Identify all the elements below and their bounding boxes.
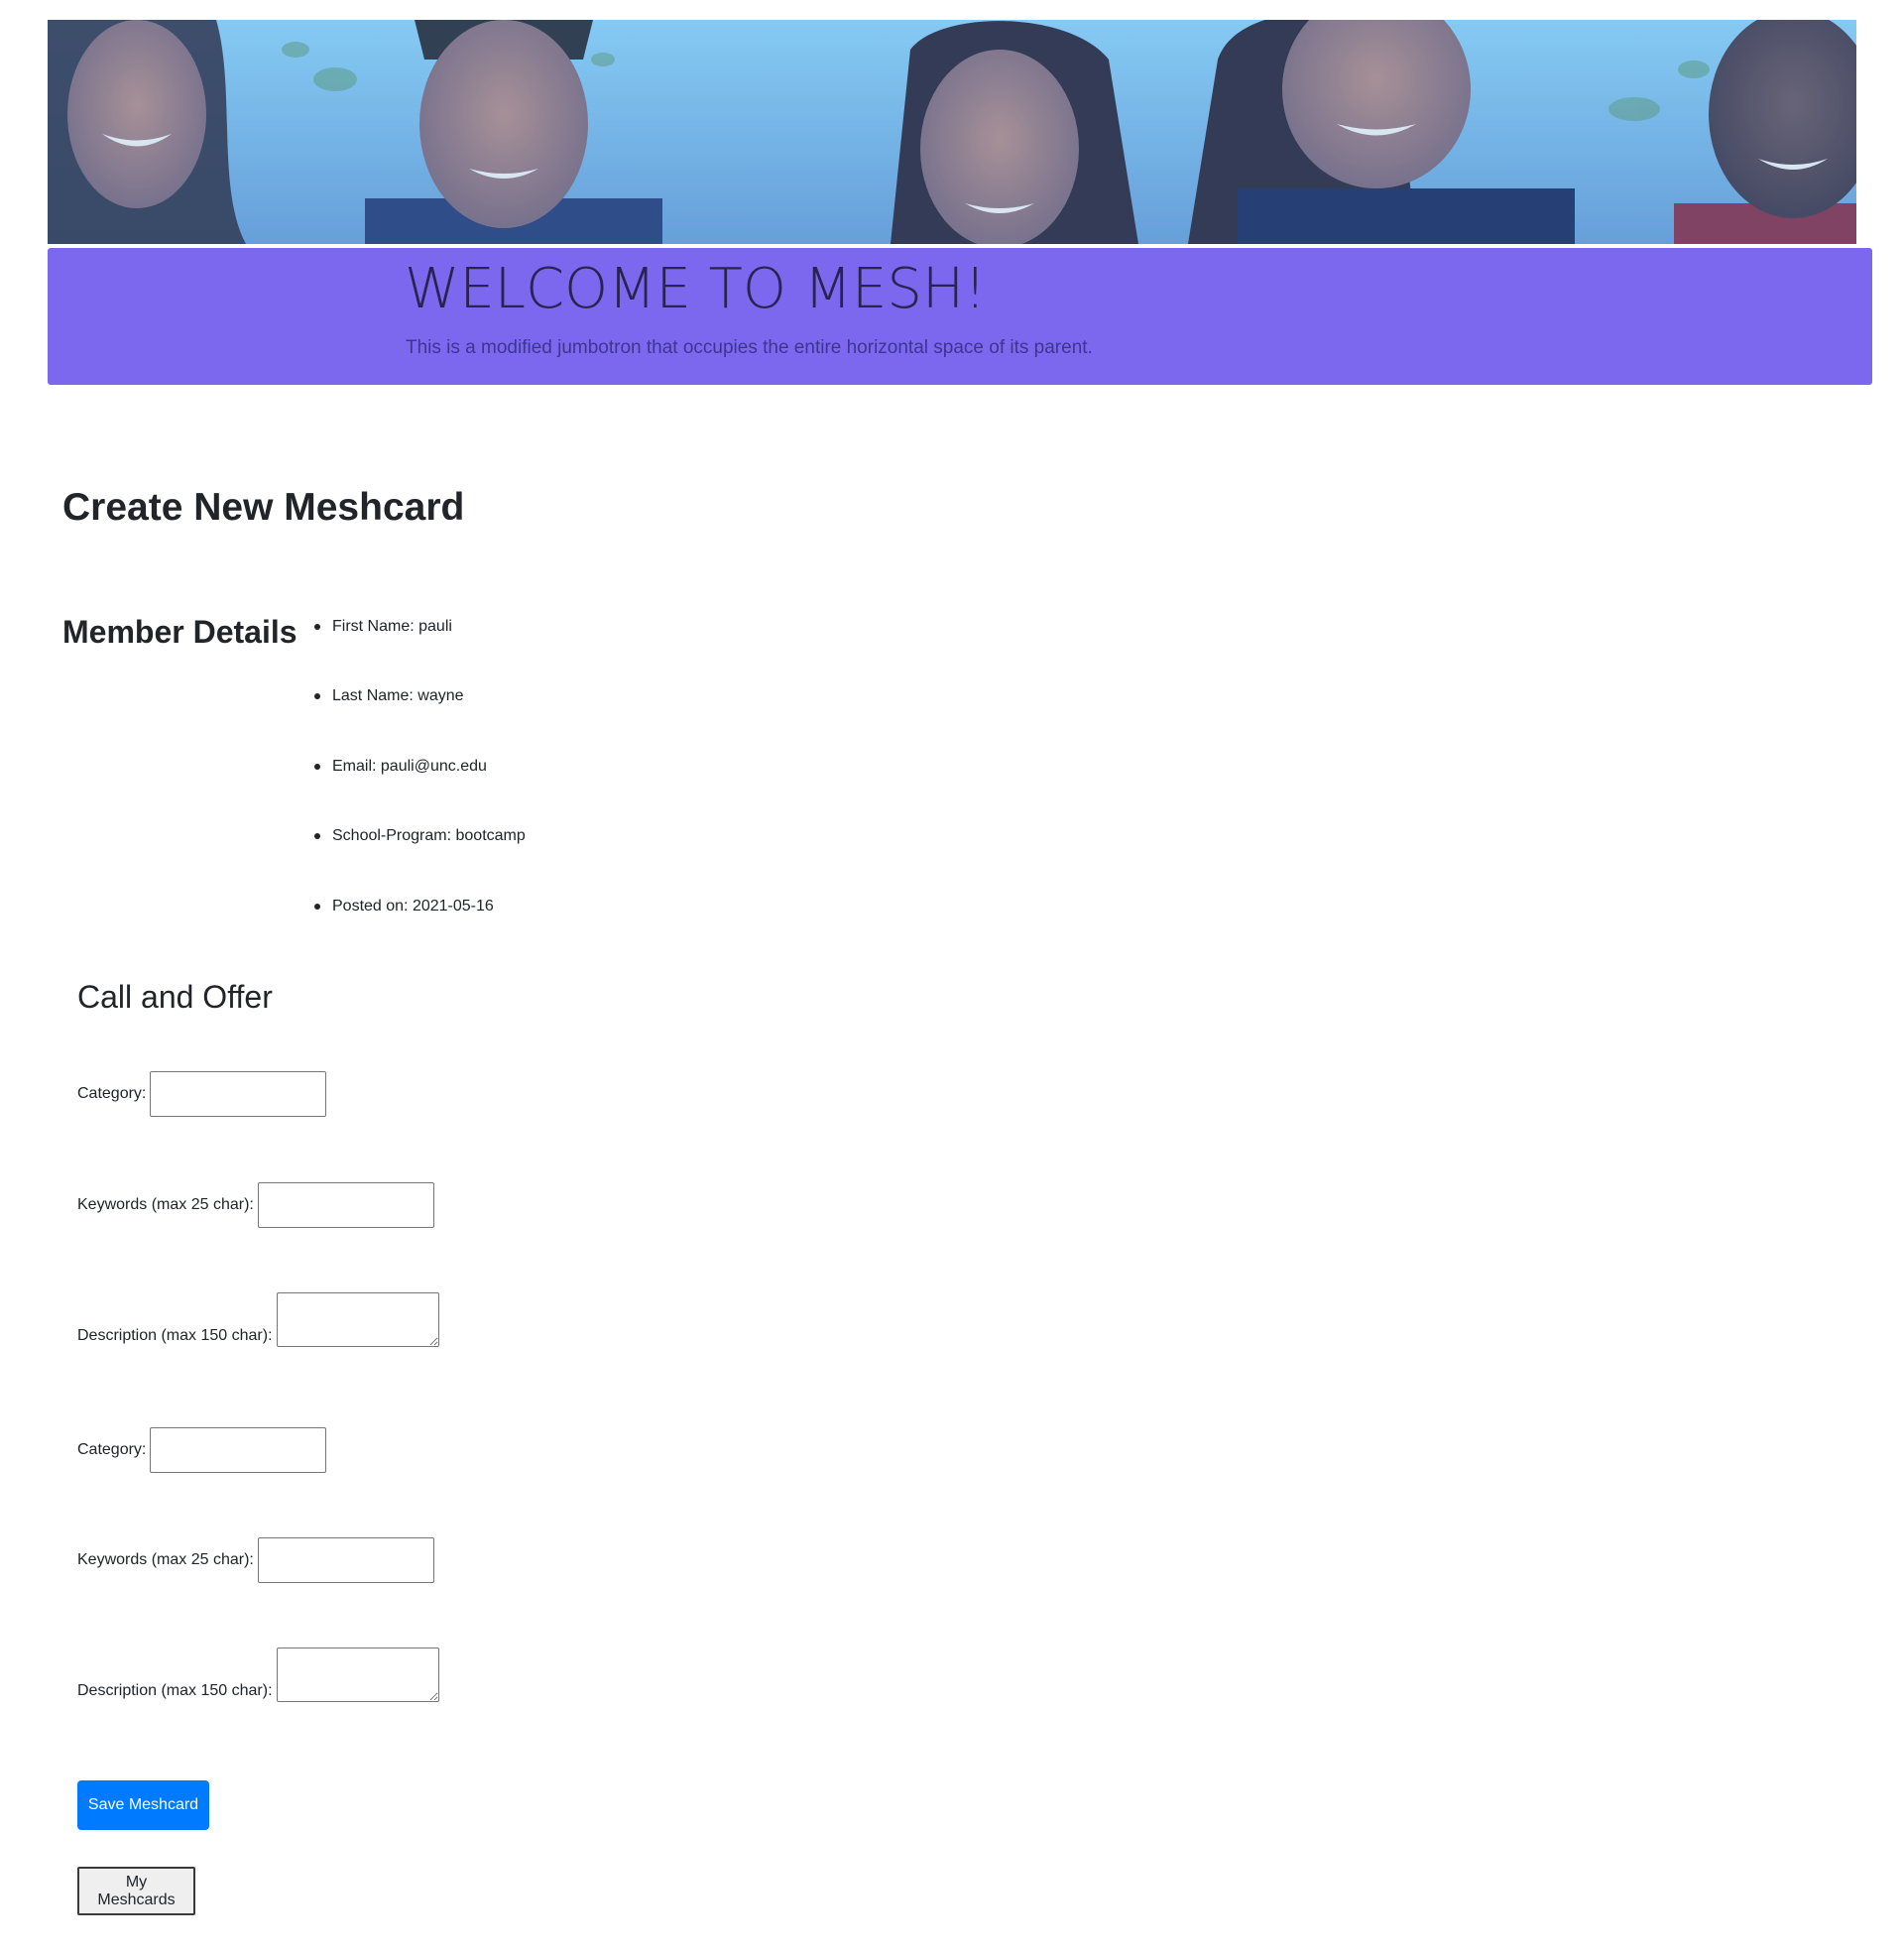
offer-description-label: Description (max 150 char): [77, 1682, 273, 1699]
offer-category-label: Category: [77, 1441, 147, 1458]
call-description-row: Description (max 150 char): [77, 1292, 439, 1347]
offer-category-input[interactable] [150, 1427, 327, 1473]
call-category-row: Category: [77, 1071, 327, 1117]
offer-description-textarea[interactable] [276, 1648, 439, 1702]
offer-keywords-label: Keywords (max 25 char): [77, 1551, 254, 1568]
call-keywords-row: Keywords (max 25 char): [77, 1182, 434, 1228]
member-details-heading: Member Details [62, 614, 298, 650]
jumbotron: WELCOME TO MESH! This is a modified jumb… [48, 248, 1872, 385]
call-description-textarea[interactable] [276, 1292, 439, 1347]
offer-description-row: Description (max 150 char): [77, 1648, 439, 1702]
call-keywords-label: Keywords (max 25 char): [77, 1196, 254, 1213]
banner-image [48, 20, 1856, 244]
page-title: Create New Meshcard [62, 486, 465, 529]
save-meshcard-button[interactable]: Save Meshcard [77, 1780, 209, 1830]
call-description-label: Description (max 150 char): [77, 1327, 273, 1344]
jumbotron-lead: This is a modified jumbotron that occupi… [406, 337, 1093, 358]
my-meshcards-button[interactable]: My Meshcards [77, 1867, 195, 1915]
call-category-label: Category: [77, 1085, 147, 1102]
jumbotron-title: WELCOME TO MESH! [405, 257, 987, 321]
member-school-program: School-Program: bootcamp [313, 824, 526, 894]
call-and-offer-heading: Call and Offer [77, 979, 273, 1015]
member-last-name: Last Name: wayne [313, 684, 526, 754]
member-email: Email: pauli@unc.edu [313, 755, 526, 824]
call-keywords-input[interactable] [257, 1182, 434, 1228]
call-category-input[interactable] [150, 1071, 327, 1117]
offer-category-row: Category: [77, 1427, 327, 1473]
member-first-name: First Name: pauli [313, 615, 526, 684]
offer-keywords-row: Keywords (max 25 char): [77, 1537, 434, 1583]
member-posted-on: Posted on: 2021-05-16 [313, 895, 526, 964]
offer-keywords-input[interactable] [257, 1537, 434, 1583]
member-details-list: First Name: pauli Last Name: wayne Email… [313, 615, 526, 964]
